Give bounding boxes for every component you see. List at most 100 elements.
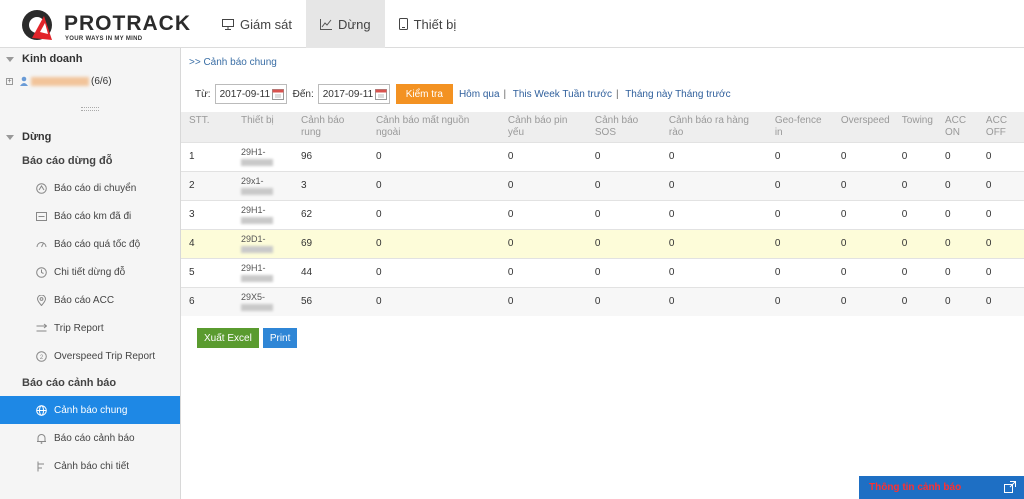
link-thang-truoc[interactable]: Tháng trước	[675, 89, 731, 100]
menu-bao-cao-km[interactable]: Báo cáo km đã đi	[0, 202, 180, 230]
menu-label: Báo cáo quá tốc độ	[54, 238, 141, 250]
detail-icon	[37, 461, 44, 471]
print-button[interactable]: Print	[262, 328, 298, 348]
col-header[interactable]: STT.	[181, 112, 233, 142]
menu-bao-cao-acc[interactable]: Báo cáo ACC	[0, 286, 180, 314]
cell-value: 0	[766, 170, 833, 200]
cell-value: 0	[936, 199, 978, 229]
cell-value: 3	[292, 170, 368, 200]
link-this-week[interactable]: This Week	[513, 89, 560, 100]
menu-trip-report[interactable]: Trip Report	[0, 314, 180, 342]
nav-giam-sat[interactable]: Giám sát	[208, 0, 306, 48]
menu-chi-tiet-dung-do[interactable]: Chi tiết dừng đỗ	[0, 258, 180, 286]
link-thang-nay[interactable]: Tháng này	[625, 89, 672, 100]
device-plate-blurred	[240, 303, 273, 311]
col-header[interactable]: Cảnh báo SOS	[586, 112, 661, 142]
cell-device[interactable]: 29D1-	[232, 228, 293, 258]
nav-dung[interactable]: Dừng	[306, 0, 385, 48]
user-icon	[20, 76, 28, 86]
calendar-icon[interactable]	[374, 88, 387, 100]
menu-overspeed-trip-report[interactable]: 2 Overspeed Trip Report	[0, 342, 180, 370]
cell-value: 0	[499, 257, 587, 287]
col-header[interactable]: Overspeed	[832, 112, 894, 142]
cell-value: 0	[660, 199, 767, 229]
menu-label: Báo cáo cảnh báo	[54, 432, 135, 444]
table-row[interactable]: 2 29x1- 3 0 0 0 0 0 0 0 0 0	[181, 170, 1024, 200]
to-date-input[interactable]: 2017-09-11	[317, 84, 390, 104]
cell-device[interactable]: 29X5-	[232, 286, 293, 316]
device-plate-prefix: 29x1-	[240, 175, 264, 186]
menu-canh-bao-chi-tiet[interactable]: Cảnh báo chi tiết	[0, 452, 180, 480]
table-row[interactable]: 6 29X5- 56 0 0 0 0 0 0 0 0 0	[181, 286, 1024, 316]
cell-value: 0	[893, 286, 937, 316]
cell-device[interactable]: 29x1-	[232, 170, 293, 200]
cell-value: 0	[893, 170, 937, 200]
account-node[interactable]: + (6/6)	[0, 70, 180, 92]
export-excel-button[interactable]: Xuất Excel	[197, 328, 259, 348]
group-bao-cao-canh-bao: Báo cáo cảnh báo	[22, 377, 117, 389]
cell-device[interactable]: 29H1-	[232, 141, 293, 171]
action-buttons: Xuất Excel Print	[197, 328, 298, 348]
col-header[interactable]: Cảnh báo ra hàng rào	[660, 112, 767, 142]
protrack-logo[interactable]: PROTRACK YOUR WAYS IN MY MIND	[18, 6, 193, 44]
collapse-caret-icon[interactable]	[6, 134, 14, 140]
col-header[interactable]: Thiết bị	[232, 112, 293, 142]
expand-plus-icon[interactable]: +	[6, 77, 13, 85]
menu-bao-cao-qua-toc-do[interactable]: Báo cáo quá tốc độ	[0, 230, 180, 258]
table-row[interactable]: 5 29H1- 44 0 0 0 0 0 0 0 0 0	[181, 257, 1024, 287]
top-header: PROTRACK YOUR WAYS IN MY MIND Giám sát D…	[0, 0, 1024, 48]
cell-value: 0	[660, 257, 767, 287]
odometer-icon	[36, 211, 47, 221]
device-plate-blurred	[240, 216, 273, 224]
expand-icon[interactable]	[1004, 481, 1016, 493]
monitor-icon	[222, 18, 234, 30]
calendar-icon[interactable]	[271, 88, 284, 100]
cell-stt: 1	[181, 141, 233, 171]
panel-splitter[interactable]	[0, 92, 180, 126]
menu-label: Trip Report	[54, 322, 104, 334]
cell-value: 0	[660, 286, 767, 316]
col-header[interactable]: Cảnh báo mất nguồn ngoài	[367, 112, 500, 142]
device-plate-blurred	[240, 158, 273, 166]
device-plate-blurred	[240, 187, 273, 195]
table-row[interactable]: 3 29H1- 62 0 0 0 0 0 0 0 0 0	[181, 199, 1024, 229]
cell-value: 0	[586, 141, 661, 171]
menu-bao-cao-di-chuyen[interactable]: Báo cáo di chuyển	[0, 174, 180, 202]
cell-device[interactable]: 29H1-	[232, 199, 293, 229]
menu-canh-bao-chung[interactable]: Cảnh báo chung	[0, 396, 180, 424]
table-row[interactable]: 4 29D1- 69 0 0 0 0 0 0 0 0 0	[181, 228, 1024, 258]
table-row[interactable]: 1 29H1- 96 0 0 0 0 0 0 0 0 0	[181, 141, 1024, 171]
cell-value: 0	[977, 170, 1024, 200]
cell-value: 44	[292, 257, 368, 287]
cell-device[interactable]: 29H1-	[232, 257, 293, 287]
col-header[interactable]: ACC OFF	[977, 112, 1024, 142]
collapse-caret-icon[interactable]	[6, 56, 14, 62]
col-header[interactable]: Towing	[893, 112, 937, 142]
pin-icon	[36, 294, 47, 306]
link-tuan-truoc[interactable]: Tuần trước	[562, 89, 612, 100]
nav-thiet-bi[interactable]: Thiết bị	[385, 0, 471, 48]
cell-value: 0	[766, 228, 833, 258]
from-date-input[interactable]: 2017-09-11	[214, 84, 287, 104]
section-kinh-doanh[interactable]: Kinh doanh	[0, 48, 180, 70]
cell-stt: 5	[181, 257, 233, 287]
col-header[interactable]: ACC ON	[936, 112, 978, 142]
cell-value: 0	[936, 286, 978, 316]
breadcrumb[interactable]: >> Cảnh báo chung	[189, 57, 277, 68]
alert-info-bar[interactable]: Thông tin cảnh báo	[859, 476, 1024, 499]
cell-stt: 3	[181, 199, 233, 229]
cell-value: 0	[893, 141, 937, 171]
col-header[interactable]: Geo-fence in	[766, 112, 833, 142]
bell-icon	[37, 433, 46, 444]
cell-value: 0	[832, 141, 894, 171]
section-dung[interactable]: Dừng	[0, 126, 180, 148]
col-header[interactable]: Cảnh báo rung	[292, 112, 368, 142]
check-button[interactable]: Kiểm tra	[395, 84, 453, 104]
to-label: Đến:	[292, 88, 314, 100]
cell-value: 0	[936, 141, 978, 171]
col-header[interactable]: Cảnh báo pin yếu	[499, 112, 587, 142]
cell-value: 0	[977, 286, 1024, 316]
device-plate-prefix: 29D1-	[240, 233, 266, 244]
link-hom-qua[interactable]: Hôm qua	[459, 89, 500, 100]
menu-bao-cao-canh-bao[interactable]: Báo cáo cảnh báo	[0, 424, 180, 452]
